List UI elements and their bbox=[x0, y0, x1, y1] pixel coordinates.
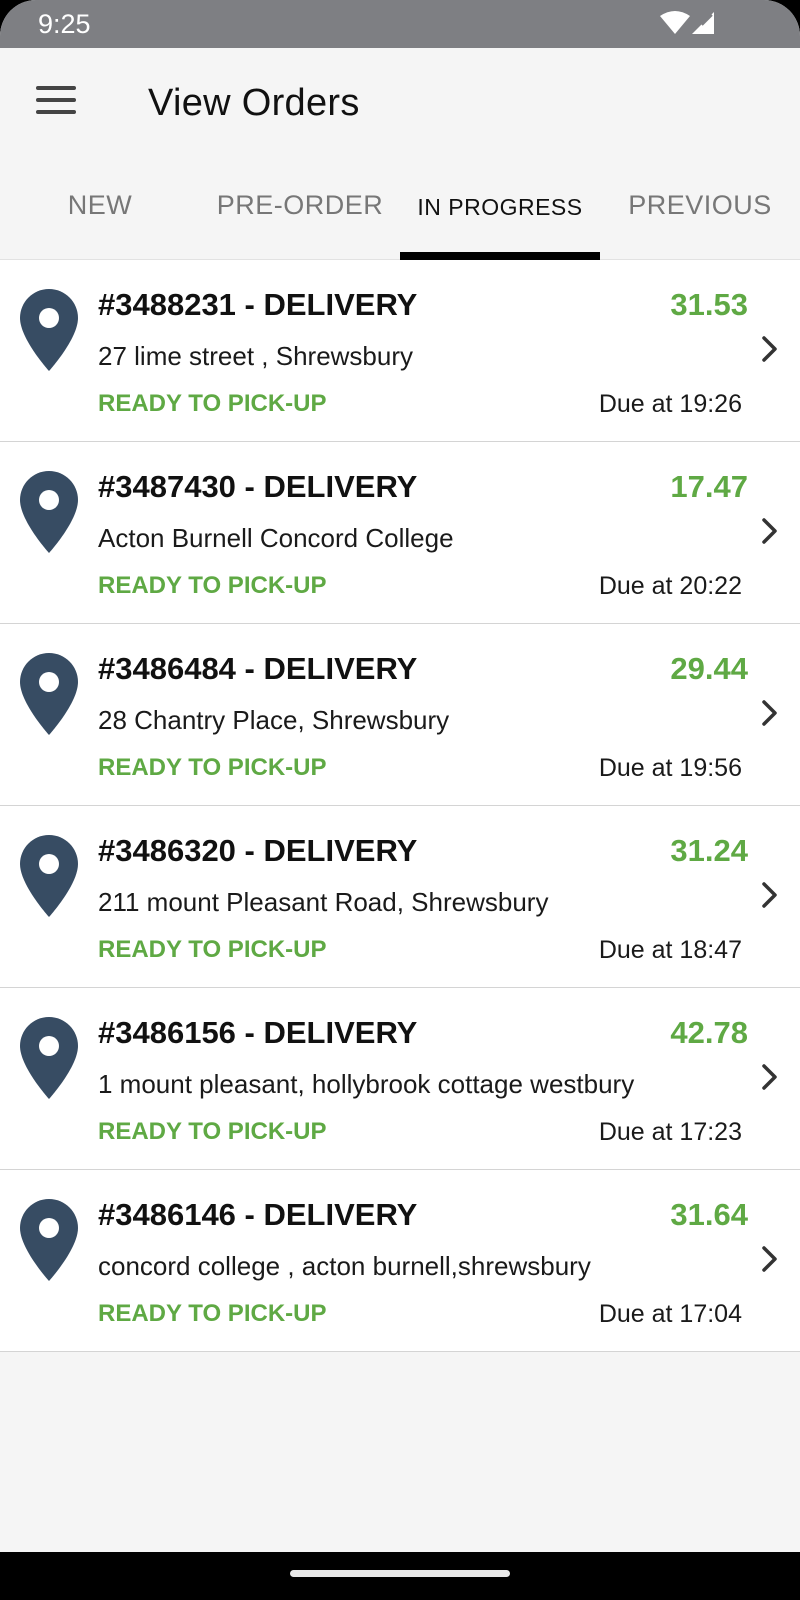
order-id: #3488231 - DELIVERY bbox=[98, 287, 418, 322]
order-due-time: Due at 19:56 bbox=[598, 754, 742, 782]
chevron-right-icon[interactable] bbox=[760, 698, 780, 728]
order-amount: 31.64 bbox=[670, 1197, 748, 1232]
order-due-time: Due at 19:26 bbox=[598, 390, 742, 418]
location-pin-icon bbox=[20, 471, 78, 553]
tab-pre-order[interactable]: PRE-ORDER bbox=[200, 190, 400, 260]
order-id: #3486146 - DELIVERY bbox=[98, 1197, 418, 1232]
order-due-time: Due at 18:47 bbox=[598, 936, 742, 964]
order-status: READY TO PICK-UP bbox=[98, 754, 327, 781]
order-row[interactable]: #3486320 - DELIVERY 31.24 211 mount Plea… bbox=[0, 806, 800, 988]
order-amount: 31.24 bbox=[670, 833, 748, 868]
system-nav-bar bbox=[0, 1552, 800, 1600]
order-amount: 31.53 bbox=[670, 287, 748, 322]
order-list: #3488231 - DELIVERY 31.53 27 lime street… bbox=[0, 260, 800, 1352]
page-title: View Orders bbox=[148, 82, 360, 124]
wifi-icon bbox=[660, 11, 690, 34]
order-id: #3487430 - DELIVERY bbox=[98, 469, 418, 504]
chevron-right-icon[interactable] bbox=[760, 334, 780, 364]
order-status: READY TO PICK-UP bbox=[98, 936, 327, 963]
order-row[interactable]: #3486484 - DELIVERY 29.44 28 Chantry Pla… bbox=[0, 624, 800, 806]
location-pin-icon bbox=[20, 289, 78, 371]
chevron-right-icon[interactable] bbox=[760, 880, 780, 910]
order-address: Acton Burnell Concord College bbox=[98, 523, 454, 553]
location-pin-icon bbox=[20, 835, 78, 917]
home-indicator[interactable] bbox=[290, 1570, 510, 1577]
status-bar: 9:25 bbox=[0, 0, 800, 48]
order-status: READY TO PICK-UP bbox=[98, 390, 327, 417]
order-amount: 29.44 bbox=[670, 651, 748, 686]
status-time: 9:25 bbox=[38, 9, 91, 39]
location-pin-icon bbox=[20, 1017, 78, 1099]
chevron-right-icon[interactable] bbox=[760, 1062, 780, 1092]
order-status: READY TO PICK-UP bbox=[98, 572, 327, 599]
tab-bar: NEW PRE-ORDER IN PROGRESS PREVIOUS bbox=[0, 160, 800, 260]
order-status: READY TO PICK-UP bbox=[98, 1118, 327, 1145]
tab-previous[interactable]: PREVIOUS bbox=[600, 190, 800, 260]
order-address: 27 lime street , Shrewsbury bbox=[98, 341, 414, 371]
order-amount: 17.47 bbox=[670, 469, 748, 504]
location-pin-icon bbox=[20, 1199, 78, 1281]
order-amount: 42.78 bbox=[670, 1015, 748, 1050]
location-pin-icon bbox=[20, 653, 78, 735]
order-row[interactable]: #3488231 - DELIVERY 31.53 27 lime street… bbox=[0, 260, 800, 442]
order-due-time: Due at 20:22 bbox=[598, 572, 742, 600]
order-address: 211 mount Pleasant Road, Shrewsbury bbox=[98, 887, 549, 917]
order-address: 1 mount pleasant, hollybrook cottage wes… bbox=[98, 1069, 635, 1099]
signal-icon bbox=[692, 12, 714, 34]
chevron-right-icon[interactable] bbox=[760, 516, 780, 546]
order-address: concord college , acton burnell,shrewsbu… bbox=[98, 1251, 591, 1281]
order-address: 28 Chantry Place, Shrewsbury bbox=[98, 705, 450, 735]
order-due-time: Due at 17:23 bbox=[598, 1118, 742, 1146]
order-due-time: Due at 17:04 bbox=[598, 1300, 742, 1328]
active-tab-indicator bbox=[400, 252, 600, 260]
chevron-right-icon[interactable] bbox=[760, 1244, 780, 1274]
order-row[interactable]: #3486156 - DELIVERY 42.78 1 mount pleasa… bbox=[0, 988, 800, 1170]
order-id: #3486484 - DELIVERY bbox=[98, 651, 418, 686]
order-id: #3486156 - DELIVERY bbox=[98, 1015, 418, 1050]
tab-new[interactable]: NEW bbox=[0, 190, 200, 260]
phone-screen: 9:25 View Orders NEW PRE-ORDER IN PROGRE… bbox=[0, 0, 800, 1600]
menu-icon[interactable] bbox=[36, 86, 76, 118]
order-row[interactable]: #3486146 - DELIVERY 31.64 concord colleg… bbox=[0, 1170, 800, 1352]
order-id: #3486320 - DELIVERY bbox=[98, 833, 418, 868]
order-status: READY TO PICK-UP bbox=[98, 1300, 327, 1327]
app-bar: View Orders bbox=[0, 48, 800, 160]
order-row[interactable]: #3487430 - DELIVERY 17.47 Acton Burnell … bbox=[0, 442, 800, 624]
